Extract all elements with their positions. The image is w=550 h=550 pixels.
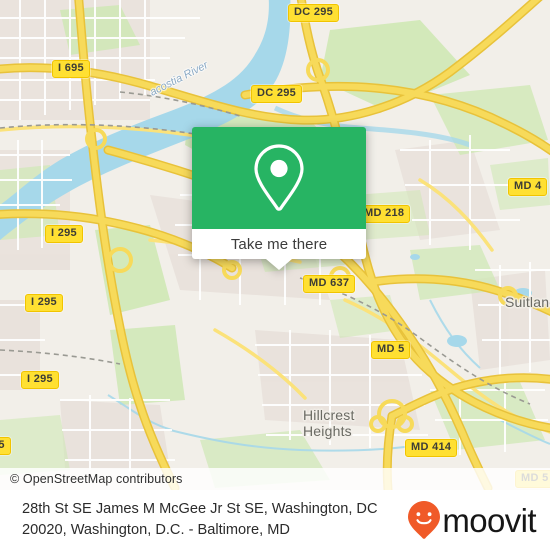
location-title: 28th St SE James M McGee Jr St SE, Washi… [22,501,378,538]
popup-pointer-tail [266,259,292,270]
highway-shield-i-695: I 695 [52,60,90,78]
highway-shield-i-295-upper: I 295 [45,225,83,243]
highway-shield-md-637: MD 637 [303,275,356,293]
footer-bar: 28th St SE James M McGee Jr St SE, Washi… [0,490,550,550]
popup-action-bar[interactable]: Take me there [192,229,366,259]
map-canvas[interactable]: Suitland Hillcrest Heights acostia River… [0,0,550,490]
highway-shield-i-95-clipped: 95 [0,437,11,455]
highway-shield-md-5-upper: MD 5 [371,341,411,359]
highway-shield-md-4: MD 4 [508,178,548,196]
moovit-wordmark: moovit [442,501,536,539]
highway-shield-md-414: MD 414 [405,439,458,457]
popup-header [192,127,366,229]
map-screenshot: Suitland Hillcrest Heights acostia River… [0,0,550,550]
highway-shield-i-295-lower: I 295 [21,371,59,389]
highway-shield-dc-295-south: DC 295 [251,85,303,103]
highway-shield-dc-295-north: DC 295 [288,4,340,22]
map-attribution-bar: © OpenStreetMap contributors [0,468,550,490]
take-me-there-label: Take me there [230,235,328,253]
highway-shield-i-295-middle: I 295 [25,294,63,312]
map-pin-icon [254,144,304,211]
moovit-pin-icon [408,501,441,539]
moovit-logo[interactable]: moovit [407,500,537,540]
location-popup-card[interactable]: Take me there [192,127,366,270]
attribution-text[interactable]: © OpenStreetMap contributors [0,472,183,486]
